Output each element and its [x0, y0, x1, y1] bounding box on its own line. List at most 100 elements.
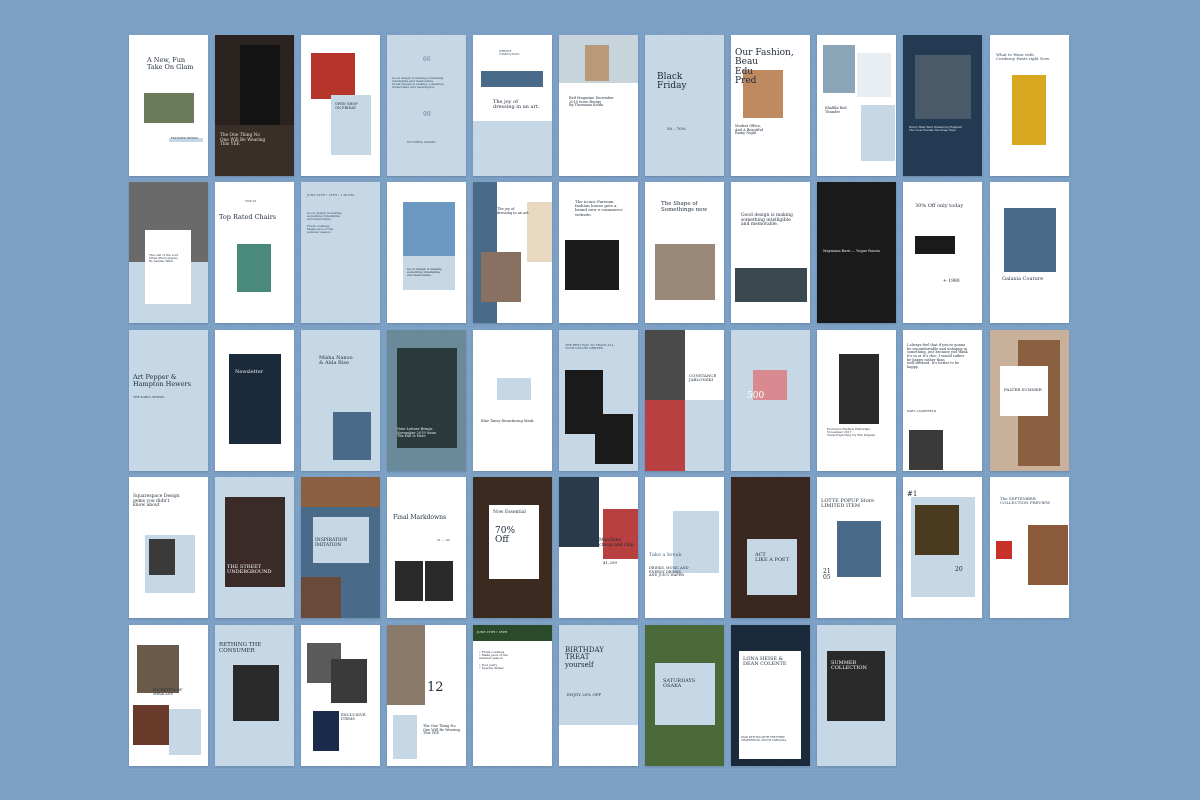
- card-text: Red Magazine December 2019 Issue Bernie …: [569, 96, 614, 108]
- card-photo-block: [481, 71, 543, 87]
- card-photo-block: [313, 711, 339, 751]
- story-template-card[interactable]: Take a break DRINKS, MUSIC AND ENERGY DRI…: [645, 477, 724, 618]
- card-photo-block: [240, 45, 280, 125]
- card-photo-block: [595, 414, 633, 464]
- story-template-card[interactable]: What to Wear with Corduroy Pants right N…: [990, 35, 1069, 176]
- story-template-card[interactable]: 30% Off only today + 1980: [903, 182, 982, 323]
- card-text: INSPIRATION IMITATION: [315, 538, 348, 548]
- story-template-card[interactable]: RETHING THE CONSUMER: [215, 625, 294, 766]
- story-template-card[interactable]: Misha Nanoo & Alda Rise: [301, 330, 380, 471]
- card-photo-block: [1028, 525, 1068, 585]
- card-photo-block: [301, 477, 380, 507]
- card-text: 21 05: [823, 568, 831, 582]
- story-template-card[interactable]: The Shape of Somethings new: [645, 182, 724, 323]
- card-text: • Fresh coatings • Make pace of the summ…: [479, 650, 509, 670]
- card-photo-block: [145, 230, 191, 304]
- story-template-card[interactable]: Exclusive Fashion Editorials November 20…: [817, 330, 896, 471]
- story-template-card[interactable]: Black Friday 50 – 70%: [645, 35, 724, 176]
- card-photo-block: [673, 511, 719, 573]
- card-photo-block: [527, 202, 552, 262]
- story-template-card[interactable]: The iconic Parisian fashion house gets a…: [559, 182, 638, 323]
- card-photo-block: [915, 236, 955, 254]
- story-template-card[interactable]: Maymuna Bawi — Vogue Russia: [817, 182, 896, 323]
- story-template-card[interactable]: A New, Fun Take On Glam FEATURED TRENDS: [129, 35, 208, 176]
- story-template-card[interactable]: SATURDAYS OSAKA: [645, 625, 724, 766]
- card-photo-block: [839, 354, 879, 424]
- card-photo-block: [857, 53, 891, 97]
- story-template-card[interactable]: Art Pepper & Hampton Hewers THE EARLY SHO…: [129, 330, 208, 471]
- card-text: Nate Leitner Brings November 2019 Issue …: [397, 427, 436, 439]
- card-text: The One Thing No One Will Be Wearing Thi…: [220, 133, 266, 147]
- story-template-card[interactable]: THE STREET UNDERGROUND: [215, 477, 294, 618]
- story-template-card[interactable]: 66 Good design is making something intell…: [387, 35, 466, 176]
- card-text: Final Markdowns: [393, 514, 447, 521]
- story-template-card[interactable]: CONSTANCE JABLONSKI: [645, 330, 724, 471]
- story-template-card[interactable]: Nate Leitner Brings November 2019 Issue …: [387, 330, 466, 471]
- story-template-card[interactable]: Moschino cheap and chip $1,299: [559, 477, 638, 618]
- story-template-card[interactable]: Newsletter: [215, 330, 294, 471]
- card-text: 70% Off: [495, 526, 516, 546]
- story-template-card[interactable]: LOTTE POPUP Store LIMITED ITEM 21 05: [817, 477, 896, 618]
- card-text: 99: [423, 111, 431, 118]
- story-template-card[interactable]: Good design is making something intellig…: [731, 182, 810, 323]
- story-template-card[interactable]: LONA HEISE & DEAN COLENTE DIAN SETTING WI…: [731, 625, 810, 766]
- story-template-card[interactable]: 12 The One Thing No One Will Be Wearing T…: [387, 625, 466, 766]
- story-template-card[interactable]: Here's What Went Instead (ing Religion) …: [903, 35, 982, 176]
- card-text: Take a break: [649, 552, 682, 558]
- card-text: Galaxia Couture: [1002, 276, 1044, 282]
- story-template-card[interactable]: FALTER SUMMER: [990, 330, 1069, 471]
- card-text: THE EARLY SHOWS: [133, 395, 165, 399]
- card-text: The joy of dressing in an art.: [497, 207, 530, 215]
- story-template-card[interactable]: I always feel that if you're gonna be un…: [903, 330, 982, 471]
- story-template-card[interactable]: The One Thing No One Will Be Wearing Thi…: [215, 35, 294, 176]
- card-text: Khalfila Red Thunder: [825, 106, 847, 114]
- card-text: SUMMER COLLECTION: [831, 660, 867, 672]
- story-template-card[interactable]: BIRTHDAY TREAT yourself ENJOY 20% OFF: [559, 625, 638, 766]
- story-template-card[interactable]: Good design is making something intellig…: [387, 182, 466, 323]
- card-text: Here's What Went Instead (ing Religion) …: [909, 126, 963, 132]
- card-text: SATURDAYS OSAKA: [663, 678, 696, 690]
- card-text: The joy of dressing in an art.: [493, 99, 540, 111]
- card-text: The Shape of Somethings new: [661, 201, 708, 213]
- card-text: LOTTE POPUP Store LIMITED ITEM: [821, 498, 875, 510]
- card-text: TOP 10: [245, 199, 257, 203]
- story-template-card[interactable]: Khalfila Red Thunder: [817, 35, 896, 176]
- story-template-card[interactable]: JUNE 15TH • 18TH • 1:00 P.M Good design i…: [301, 182, 380, 323]
- story-template-card[interactable]: #1 20: [903, 477, 982, 618]
- story-template-card[interactable]: EXCLUSIVE ITEMS: [301, 625, 380, 766]
- card-text: 50 – 70%: [667, 126, 686, 131]
- story-template-card[interactable]: 500: [731, 330, 810, 471]
- story-template-card[interactable]: INSPIRATION IMITATION: [301, 477, 380, 618]
- story-template-card[interactable]: SUMMER COLLECTION: [817, 625, 896, 766]
- card-text: THE BEST WAY TO TRACK ALL YOUR ONLINE OR…: [565, 343, 614, 351]
- story-template-card[interactable]: Squarespace Design gems you didn't know …: [129, 477, 208, 618]
- card-text: Maymuna Bawi — Vogue Russia: [823, 249, 880, 253]
- story-template-card[interactable]: Red Magazine December 2019 Issue Bernie …: [559, 35, 638, 176]
- story-template-card[interactable]: Our Fashion, Beau Edu Pred Modest Office,…: [731, 35, 810, 176]
- card-text: OPEN SHOP ON FRIDAY: [335, 102, 358, 110]
- card-text: ENJOY 20% OFF: [567, 692, 602, 697]
- card-text: $1,299: [603, 560, 617, 565]
- story-template-card[interactable]: Galaxia Couture: [990, 182, 1069, 323]
- card-photo-block: [1004, 208, 1056, 272]
- story-template-card[interactable]: POCKETFUL OF MIRACLES: [129, 625, 208, 766]
- story-template-card[interactable]: The call of the void Often Photography B…: [129, 182, 208, 323]
- card-photo-block: [331, 659, 367, 703]
- story-template-card[interactable]: THE BEST WAY TO TRACK ALL YOUR ONLINE OR…: [559, 330, 638, 471]
- story-template-card[interactable]: WEBSITE COMING SOON The joy of dressing i…: [473, 35, 552, 176]
- card-text: #1: [907, 490, 918, 498]
- story-template-card[interactable]: JUNE 15TH • 18TH • Fresh coatings • Make …: [473, 625, 552, 766]
- card-photo-block: [645, 330, 685, 400]
- card-text: Black Friday: [657, 72, 687, 92]
- story-template-card[interactable]: Now Essential 70% Off: [473, 477, 552, 618]
- card-text: BIRTHDAY TREAT yourself: [565, 646, 604, 669]
- story-template-card[interactable]: The SEPTEMBER COLLECTION PREVIEW: [990, 477, 1069, 618]
- story-template-card[interactable]: The joy of dressing in an art.: [473, 182, 552, 323]
- story-template-card[interactable]: Blue Tansy Resurfacing Mask: [473, 330, 552, 471]
- story-template-card[interactable]: Final Markdowns 21 — 30: [387, 477, 466, 618]
- card-photo-block: [735, 268, 807, 302]
- story-template-card[interactable]: ACT LIKE A POET: [731, 477, 810, 618]
- story-template-card[interactable]: TOP 10 Top Rated Chairs: [215, 182, 294, 323]
- story-template-card[interactable]: OPEN SHOP ON FRIDAY: [301, 35, 380, 176]
- card-text: THE STREET UNDERGROUND: [227, 564, 272, 576]
